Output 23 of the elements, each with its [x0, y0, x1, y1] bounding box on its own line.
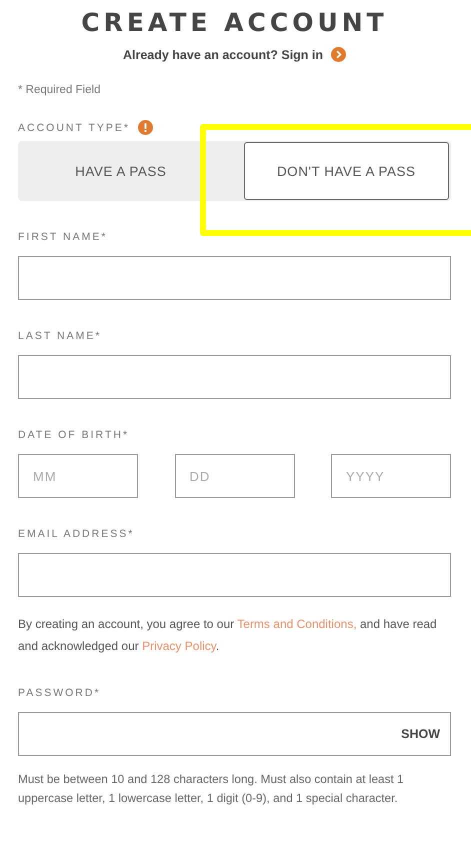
- field-label: FIRST NAME*: [18, 231, 108, 243]
- field-label: PASSWORD*: [18, 687, 102, 699]
- input-field[interactable]: [18, 355, 451, 399]
- required-field-note: * Required Field: [18, 84, 102, 96]
- field-label: LAST NAME*: [18, 330, 102, 342]
- date-part-field[interactable]: MM: [18, 454, 138, 498]
- sign-in-link[interactable]: Already have an account? Sign in: [122, 48, 324, 62]
- input-field[interactable]: [18, 553, 451, 597]
- field-label: ACCOUNT TYPE*: [18, 122, 130, 134]
- password-field[interactable]: SHOW: [18, 712, 451, 756]
- account-type-option[interactable]: HAVE A PASS: [18, 142, 224, 200]
- date-part-field[interactable]: YYYY: [331, 454, 451, 498]
- password-hint: Must be between 10 and 128 characters long. Must also contain at least 1 uppercase letter, 1 lowercase letter, 1 digit (0-9), and 1 special character.: [18, 771, 405, 807]
- field-label: EMAIL ADDRESS*: [18, 528, 136, 540]
- input-field[interactable]: [18, 256, 451, 300]
- consent-text: By creating an account, you agree to our Terms and Conditions, and have read and acknowledged our Privacy Policy.: [18, 616, 438, 655]
- date-part-field[interactable]: DD: [174, 454, 294, 498]
- info-icon[interactable]: [138, 120, 153, 135]
- show-password-button[interactable]: SHOW: [391, 727, 450, 741]
- arrow-circle-icon[interactable]: [331, 47, 346, 62]
- page-title: CREATE ACCOUNT: [80, 8, 389, 37]
- account-type-option[interactable]: DON'T HAVE A PASS: [244, 142, 449, 200]
- field-label: DATE OF BIRTH*: [18, 429, 130, 441]
